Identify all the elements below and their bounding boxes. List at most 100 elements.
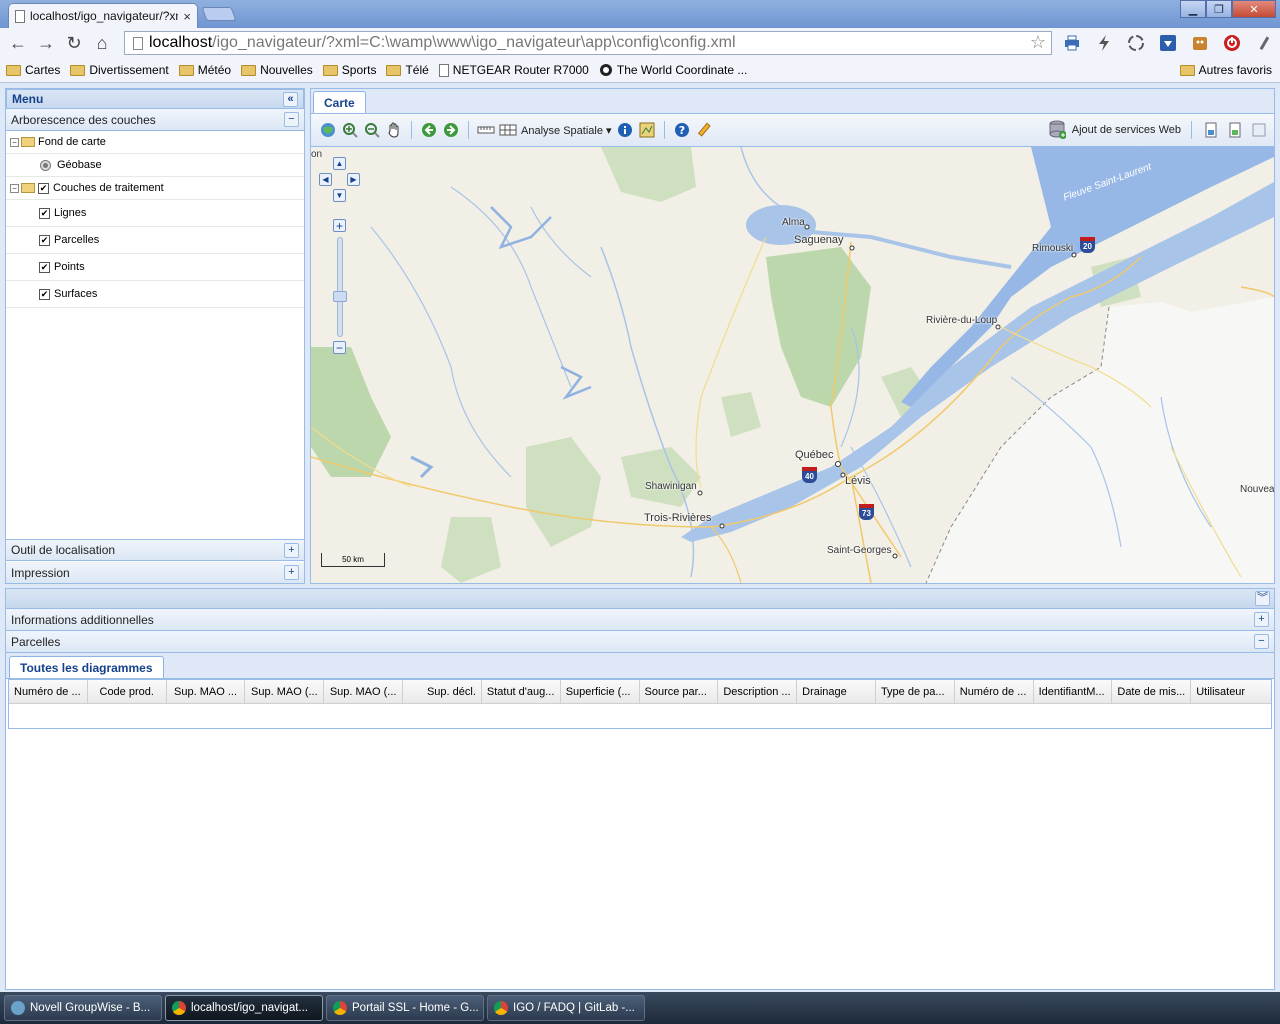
column-header[interactable]: Numéro de ... [955,680,1034,703]
back-icon[interactable]: ← [4,31,32,55]
zoom-out-icon[interactable] [363,121,381,139]
points-checkbox[interactable]: ✔ [39,261,50,273]
bookmark-cartes[interactable]: Cartes [6,63,60,77]
column-header[interactable]: Sup. décl. [403,680,482,703]
measure-area-icon[interactable] [499,121,517,139]
printer-icon[interactable] [1060,31,1084,55]
geobase-radio[interactable] [40,159,51,171]
help-icon[interactable]: ? [673,121,691,139]
print-map-icon[interactable] [1250,121,1268,139]
bookmark-star-icon[interactable]: ☆ [1030,32,1046,53]
taskbar-item-portail-ssl[interactable]: Portail SSL - Home - G... [326,995,484,1021]
collapse-bottom-icon[interactable]: ︾ [1255,591,1270,606]
column-header[interactable]: IdentifiantM... [1034,680,1113,703]
zoom-slider-track[interactable] [337,237,343,337]
taskbar-item-gitlab[interactable]: IGO / FADQ | GitLab -... [487,995,645,1021]
expand-icon[interactable]: + [1254,612,1269,627]
lignes-checkbox[interactable]: ✔ [39,207,50,219]
zoom-in-icon[interactable] [341,121,359,139]
column-header[interactable]: Utilisateur [1191,680,1271,703]
tree-node-surfaces[interactable]: ✔ Surfaces [6,281,304,308]
tree-node-fond-de-carte[interactable]: − Fond de carte [6,131,304,154]
column-header[interactable]: Date de mis... [1112,680,1192,703]
address-bar[interactable]: localhost/igo_navigateur/?xml=C:\wamp\ww… [124,31,1052,55]
pan-down-button[interactable]: ▼ [333,189,346,202]
bookmark-nouvelles[interactable]: Nouvelles [241,63,313,77]
import-layer-icon[interactable] [1202,121,1220,139]
tree-node-couches-de-traitement[interactable]: − ✔ Couches de traitement [6,177,304,200]
minimize-button[interactable]: ▁ [1180,0,1206,18]
column-header[interactable]: Sup. MAO ... [167,680,246,703]
collapse-menu-icon[interactable]: « [283,91,298,107]
couches-checkbox[interactable]: ✔ [38,182,49,194]
bookmark-world-coordinate[interactable]: The World Coordinate ... [599,63,747,77]
map-canvas[interactable]: Fleuve Saint-Laurent on Alma Saguenay Ri… [311,147,1274,583]
previous-view-icon[interactable] [420,121,438,139]
recycle-icon[interactable] [1124,31,1148,55]
expand-icon[interactable]: + [284,565,299,580]
other-bookmarks[interactable]: Autres favoris [1179,63,1272,77]
pan-hand-icon[interactable] [385,121,403,139]
tree-node-parcelles[interactable]: ✔ Parcelles [6,227,304,254]
wrench-icon[interactable] [1252,31,1276,55]
taskbar-item-groupwise[interactable]: Novell GroupWise - B... [4,995,162,1021]
extension-icon[interactable] [1188,31,1212,55]
collapse-icon[interactable]: − [10,183,19,193]
column-header[interactable]: Type de pa... [876,680,955,703]
reload-icon[interactable]: ↻ [60,31,88,55]
column-header[interactable]: Sup. MAO (... [324,680,404,703]
bookmark-divertissement[interactable]: Divertissement [70,63,169,77]
info-icon[interactable] [616,121,634,139]
power-icon[interactable] [1220,31,1244,55]
measure-distance-icon[interactable] [477,121,495,139]
layer-tree-header[interactable]: Arborescence des couches − [6,109,304,131]
bookmark-meteo[interactable]: Météo [178,63,231,77]
analyse-spatiale-menu[interactable]: Analyse Spatiale ▾ [521,124,612,137]
collapse-icon[interactable]: − [10,137,19,147]
column-header[interactable]: Superficie (... [561,680,640,703]
pan-up-button[interactable]: ▲ [333,157,346,170]
surfaces-checkbox[interactable]: ✔ [39,288,50,300]
bookmark-sports[interactable]: Sports [322,63,376,77]
taskbar-item-igo-navigateur[interactable]: localhost/igo_navigat... [165,995,323,1021]
tree-node-lignes[interactable]: ✔ Lignes [6,200,304,227]
globe-full-extent-icon[interactable] [319,121,337,139]
tree-node-geobase[interactable]: Géobase [6,154,304,177]
map-legend-icon[interactable] [638,121,656,139]
browser-tab[interactable]: localhost/igo_navigateur/?xn × [8,3,198,28]
info-additionnelles-header[interactable]: Informations additionnelles + [6,609,1274,631]
zoom-slider-thumb[interactable] [333,291,347,302]
tree-node-points[interactable]: ✔ Points [6,254,304,281]
column-header[interactable]: Description ... [718,680,798,703]
export-layer-icon[interactable] [1226,121,1244,139]
database-add-icon[interactable] [1048,120,1066,139]
localisation-header[interactable]: Outil de localisation + [6,539,304,561]
pan-left-button[interactable]: ◀ [319,173,332,186]
column-header[interactable]: Source par... [640,680,719,703]
home-icon[interactable]: ⌂ [88,31,116,55]
forward-icon[interactable]: → [32,31,60,55]
column-header[interactable]: Numéro de ... [9,680,88,703]
next-view-icon[interactable] [442,121,460,139]
window-close-button[interactable]: ✕ [1232,0,1276,18]
layer-tree-toggle-icon[interactable]: − [284,112,299,127]
expand-icon[interactable]: + [284,542,299,558]
column-header[interactable]: Code prod. [88,680,167,703]
tab-carte[interactable]: Carte [313,91,366,113]
bookmark-netgear[interactable]: NETGEAR Router R7000 [438,63,589,77]
column-header[interactable]: Drainage [797,680,876,703]
restore-button[interactable]: ❐ [1206,0,1232,18]
collapse-icon[interactable]: − [1254,634,1269,649]
pencil-icon[interactable] [695,121,713,139]
column-header[interactable]: Statut d'aug... [482,680,561,703]
bookmark-tele[interactable]: Télé [386,63,429,77]
tab-close-icon[interactable]: × [183,9,191,24]
new-tab-button[interactable] [201,7,237,21]
parcelles-header[interactable]: Parcelles − [6,631,1274,653]
impression-header[interactable]: Impression + [6,562,304,584]
lightning-icon[interactable] [1092,31,1116,55]
parcelles-checkbox[interactable]: ✔ [39,234,50,246]
pan-right-button[interactable]: ▶ [347,173,360,186]
column-header[interactable]: Sup. MAO (... [245,680,325,703]
map-zoom-in-button[interactable]: + [333,219,346,233]
